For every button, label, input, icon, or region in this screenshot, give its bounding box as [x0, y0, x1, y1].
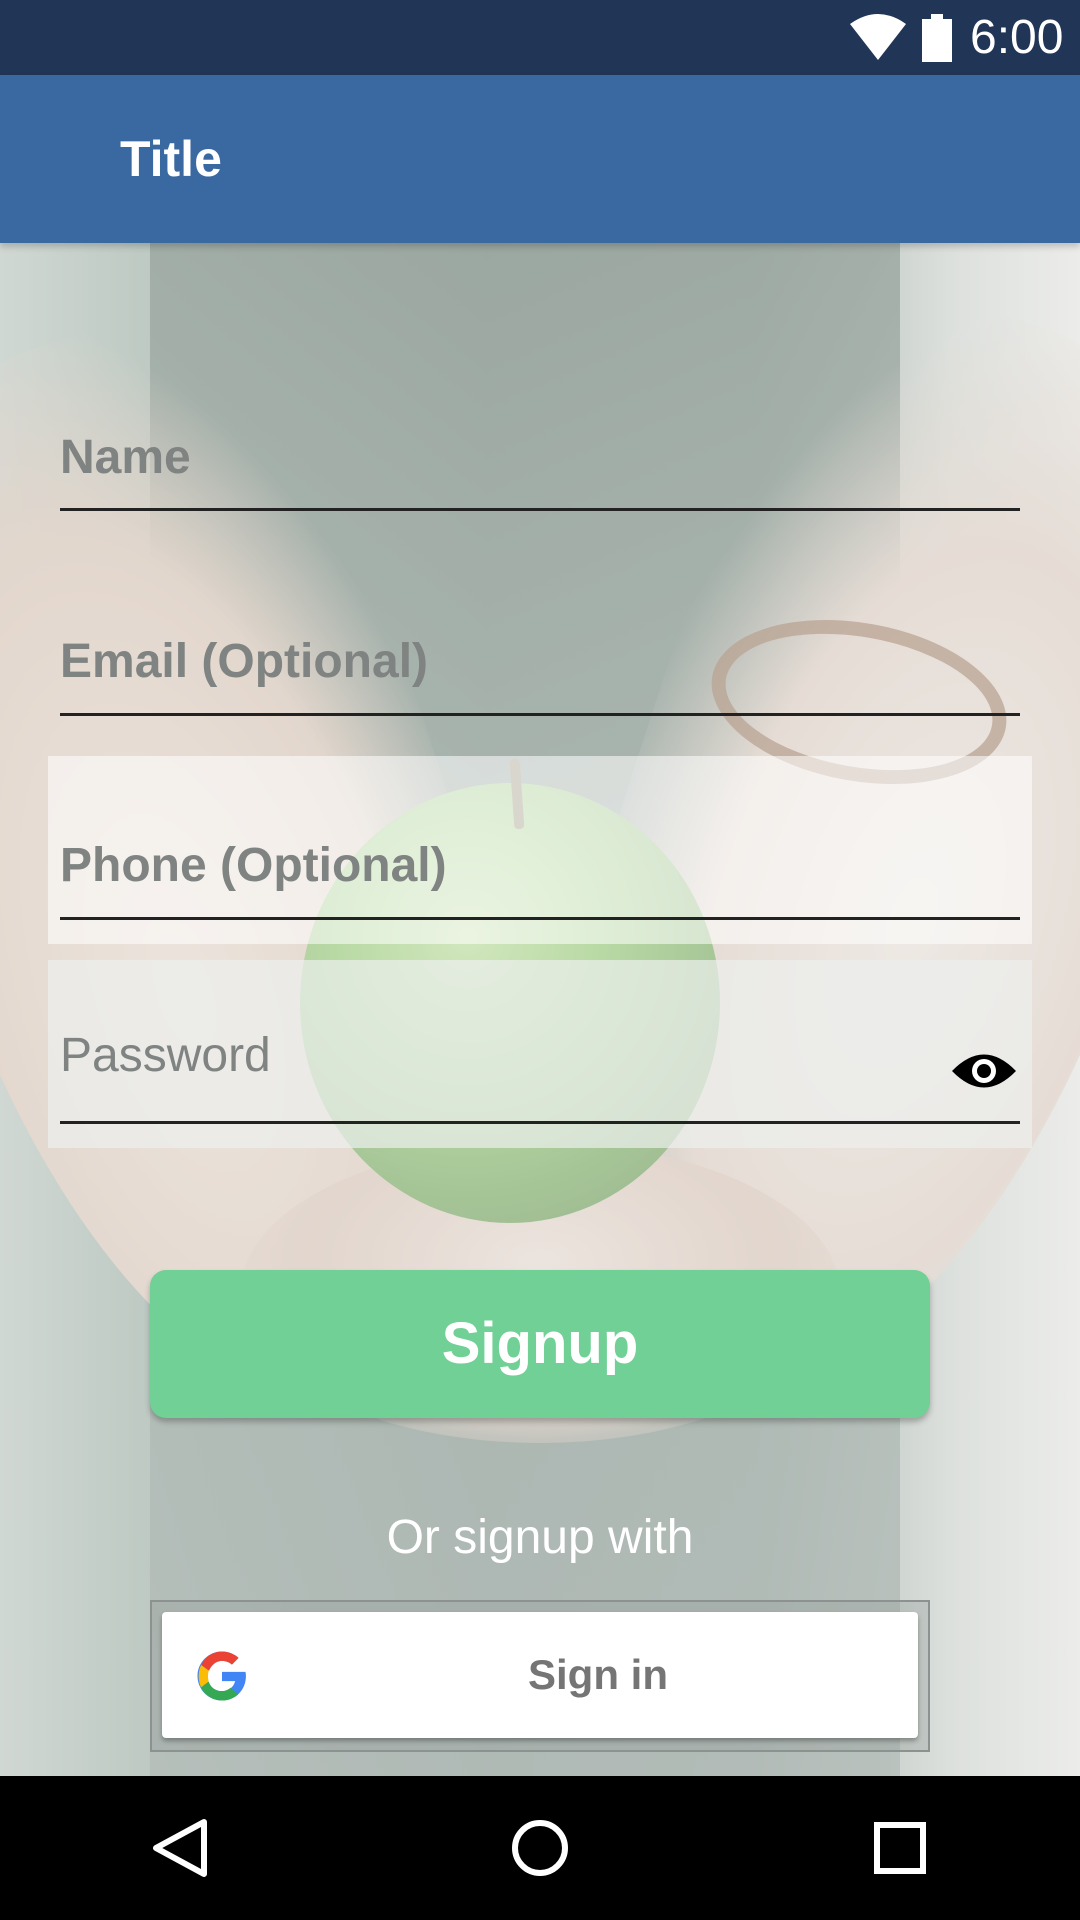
signup-screen: 6:00 Title Name Email (Optional) Phone (…: [0, 0, 1080, 1920]
battery-icon: [922, 14, 952, 62]
home-icon[interactable]: [508, 1816, 572, 1880]
email-field-label: Email (Optional): [60, 635, 429, 688]
back-icon[interactable]: [148, 1816, 212, 1880]
password-field-underline: [60, 1121, 1020, 1124]
password-field[interactable]: Password: [60, 1028, 1020, 1124]
page-title: Title: [120, 131, 222, 187]
password-field-label: Password: [60, 1029, 271, 1082]
status-clock: 6:00: [970, 11, 1064, 64]
phone-field-label: Phone (Optional): [60, 839, 447, 892]
email-field-underline: [60, 713, 1020, 716]
wifi-icon: [850, 14, 906, 60]
phone-field[interactable]: Phone (Optional): [60, 838, 1020, 920]
name-field-label: Name: [60, 431, 191, 484]
eye-icon[interactable]: [950, 1046, 1018, 1096]
or-signup-text: Or signup with: [386, 1511, 694, 1564]
signup-button[interactable]: Signup: [150, 1270, 930, 1418]
google-signin-label: Sign in: [528, 1651, 668, 1698]
name-field-underline: [60, 508, 1020, 511]
google-signin-button[interactable]: Sign in: [162, 1612, 918, 1738]
navigation-bar: [0, 1776, 1080, 1920]
phone-field-underline: [60, 917, 1020, 920]
app-bar: Title: [0, 75, 1080, 243]
email-field[interactable]: Email (Optional): [60, 634, 1020, 716]
recents-icon[interactable]: [868, 1816, 932, 1880]
name-field[interactable]: Name: [60, 430, 1020, 511]
status-bar: 6:00: [0, 0, 1080, 75]
